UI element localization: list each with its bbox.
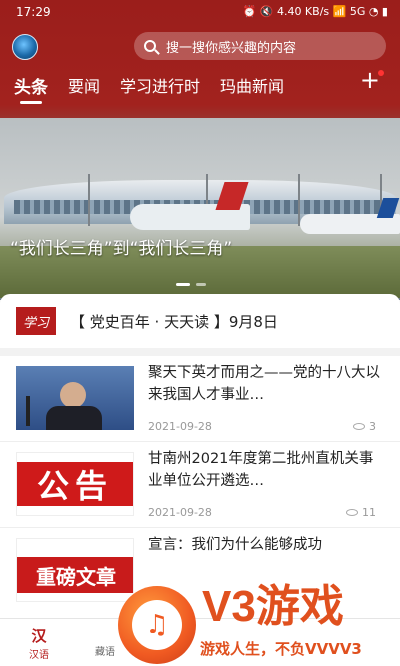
list-item[interactable]: 公告 甘南州2021年度第二批州直机关事业单位公开遴选… 2021-09-28 …: [0, 442, 400, 528]
banner-carousel[interactable]: “我们长三角”到“我们长三角”: [0, 118, 400, 298]
news-views: 11: [362, 506, 376, 519]
carousel-dots: [176, 283, 206, 286]
news-thumbnail: 公告: [16, 452, 134, 516]
tab-headlines[interactable]: 头条: [14, 73, 48, 104]
nav-tibetan-label: 藏语: [95, 647, 115, 658]
watermark-logo-icon: ♫: [118, 586, 196, 664]
watermark-overlay: ♫ V3游戏 游戏人生，不负VVVV3: [118, 570, 400, 666]
tab-key-news[interactable]: 要闻: [68, 73, 100, 97]
header-area: 17:29 ⏰ 🔇 4.40 KB/s 📶 5G ◔ ▮ 搜一搜你感兴趣的内容 …: [0, 0, 400, 300]
news-meta: 2021-09-28 11: [148, 506, 376, 519]
news-thumbnail: [16, 366, 134, 430]
add-channel-button[interactable]: +: [360, 66, 384, 94]
news-title: 宣言：我们为什么能够成功: [148, 537, 322, 553]
study-badge: 学习: [16, 307, 56, 335]
news-title: 甘南州2021年度第二批州直机关事业单位公开遴选…: [148, 451, 374, 489]
status-icons: ⏰ 🔇 4.40 KB/s 📶 5G ◔ ▮: [242, 5, 388, 18]
nav-chinese-icon: 汉: [31, 627, 47, 645]
app-logo-icon[interactable]: [12, 34, 38, 60]
search-icon: [144, 40, 156, 52]
banner-caption: “我们长三角”到“我们长三角”: [10, 239, 233, 259]
feature-article-label: 重磅文章: [17, 557, 133, 593]
news-thumbnail: 重磅文章: [16, 538, 134, 602]
eye-icon: [346, 509, 358, 516]
tab-study[interactable]: 学习进行时: [120, 73, 200, 97]
airplane-blue-image: [300, 198, 400, 234]
watermark-brand: V3游戏: [202, 582, 344, 631]
news-title: 聚天下英才而用之——党的十八大以来我国人才事业…: [148, 365, 380, 403]
airplane-red-image: [130, 182, 250, 230]
daily-read-strip[interactable]: 学习 【 党史百年 · 天天读 】9月8日: [0, 294, 400, 348]
daily-read-text: 【 党史百年 · 天天读 】9月8日: [70, 312, 278, 331]
news-date: 2021-09-28: [148, 506, 212, 519]
nav-chinese-label: 汉语: [29, 650, 49, 661]
status-bar: 17:29 ⏰ 🔇 4.40 KB/s 📶 5G ◔ ▮: [0, 0, 400, 26]
tab-maqu-news[interactable]: 玛曲新闻: [220, 73, 284, 97]
eye-icon: [353, 423, 365, 430]
list-item[interactable]: 聚天下英才而用之——党的十八大以来我国人才事业… 2021-09-28 3: [0, 356, 400, 442]
news-date: 2021-09-28: [148, 420, 212, 433]
news-views: 3: [369, 420, 376, 433]
channel-tabs: 头条 要闻 学习进行时 玛曲新闻: [14, 72, 304, 104]
status-time: 17:29: [16, 5, 51, 19]
search-placeholder: 搜一搜你感兴趣的内容: [166, 40, 297, 56]
nav-chinese[interactable]: 汉 汉语: [14, 625, 64, 661]
search-bar[interactable]: 搜一搜你感兴趣的内容: [134, 32, 386, 60]
watermark-slogan: 游戏人生，不负VVVV3: [200, 640, 362, 658]
news-meta: 2021-09-28 3: [148, 420, 376, 433]
notification-dot: [378, 70, 384, 76]
announcement-label: 公告: [17, 462, 133, 506]
